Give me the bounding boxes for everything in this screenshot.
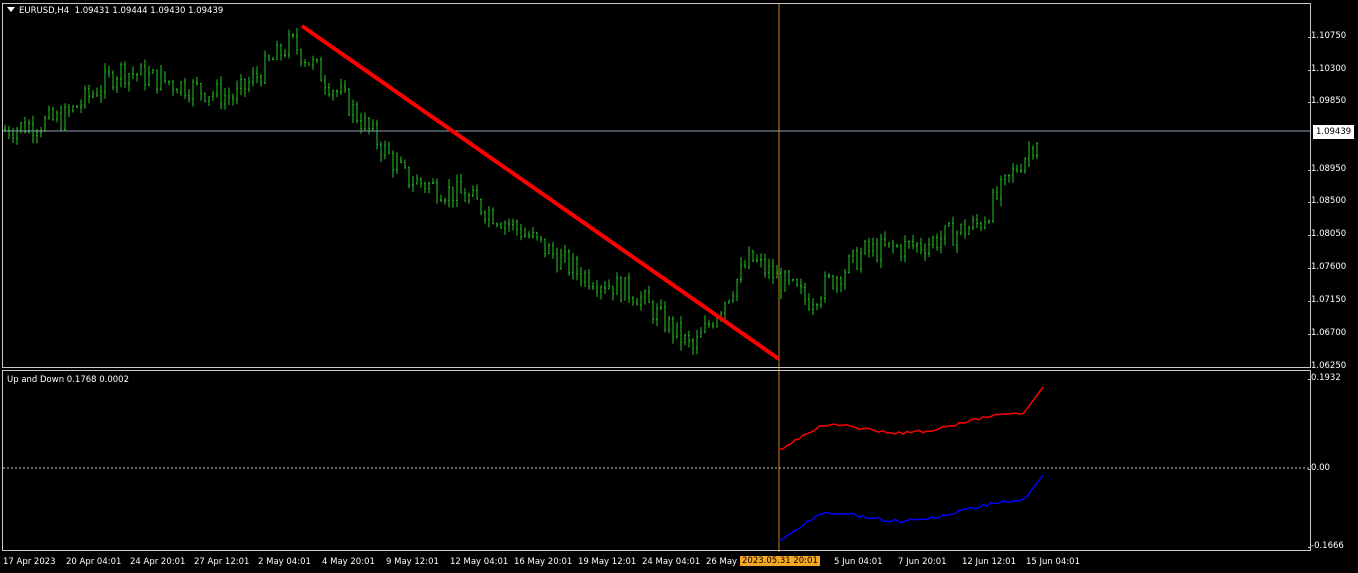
time-tick: 24 Apr 20:01 bbox=[130, 557, 186, 567]
price-tick: 1.07600 bbox=[1307, 262, 1347, 272]
time-tick: 19 May 12:01 bbox=[578, 557, 637, 567]
time-axis[interactable]: 17 Apr 2023 20 Apr 04:01 24 Apr 20:01 27… bbox=[0, 553, 1358, 573]
time-tick: 27 Apr 12:01 bbox=[194, 557, 250, 567]
time-tick: 15 Jun 04:01 bbox=[1026, 557, 1080, 567]
dropdown-triangle-icon[interactable] bbox=[7, 7, 15, 12]
indicator-tick: 0.00 bbox=[1308, 463, 1330, 473]
current-price-tag: 1.09439 bbox=[1313, 125, 1355, 139]
price-tick: 1.09850 bbox=[1307, 96, 1347, 106]
time-tick: 26 May bbox=[706, 557, 738, 567]
time-tick: 16 May 20:01 bbox=[514, 557, 573, 567]
time-tick: 12 Jun 12:01 bbox=[962, 557, 1016, 567]
time-tick: 12 May 04:01 bbox=[450, 557, 509, 567]
price-tick: 1.10750 bbox=[1307, 31, 1347, 41]
price-tick: 1.07150 bbox=[1307, 295, 1347, 305]
time-tick: 24 May 04:01 bbox=[642, 557, 701, 567]
main-chart-pane[interactable] bbox=[2, 3, 1311, 368]
price-tick: 1.08050 bbox=[1307, 229, 1347, 239]
price-scale[interactable]: 1.10750 1.10300 1.09850 1.08950 1.08500 … bbox=[1307, 0, 1358, 371]
indicator-header: Up and Down 0.1768 0.0002 bbox=[7, 375, 129, 385]
time-tick: 4 May 20:01 bbox=[322, 557, 375, 567]
time-tick: 20 Apr 04:01 bbox=[66, 557, 122, 567]
price-tick: 1.06700 bbox=[1307, 328, 1347, 338]
time-tick: 2 May 04:01 bbox=[258, 557, 311, 567]
price-tick: 1.08500 bbox=[1307, 196, 1347, 206]
indicator-scale[interactable]: 0.1932 0.00 -0.1666 bbox=[1308, 370, 1358, 553]
price-tick: 1.10300 bbox=[1307, 64, 1347, 74]
time-tick: 7 Jun 20:01 bbox=[898, 557, 947, 567]
indicator-tick: -0.1666 bbox=[1308, 541, 1344, 551]
time-tick: 9 May 12:01 bbox=[386, 557, 439, 567]
symbol-header[interactable]: EURUSD,H4 1.09431 1.09444 1.09430 1.0943… bbox=[7, 6, 223, 16]
ohlc-values: 1.09431 1.09444 1.09430 1.09439 bbox=[74, 6, 224, 16]
indicator-tick: 0.1932 bbox=[1308, 373, 1341, 383]
price-tick: 1.08950 bbox=[1307, 164, 1347, 174]
indicator-pane[interactable] bbox=[2, 370, 1311, 551]
time-tick: 5 Jun 04:01 bbox=[834, 557, 883, 567]
symbol-label: EURUSD,H4 bbox=[19, 6, 70, 16]
crosshair-time-label: 2023.05.31 20:01 bbox=[740, 556, 820, 566]
time-tick: 17 Apr 2023 bbox=[3, 557, 56, 567]
